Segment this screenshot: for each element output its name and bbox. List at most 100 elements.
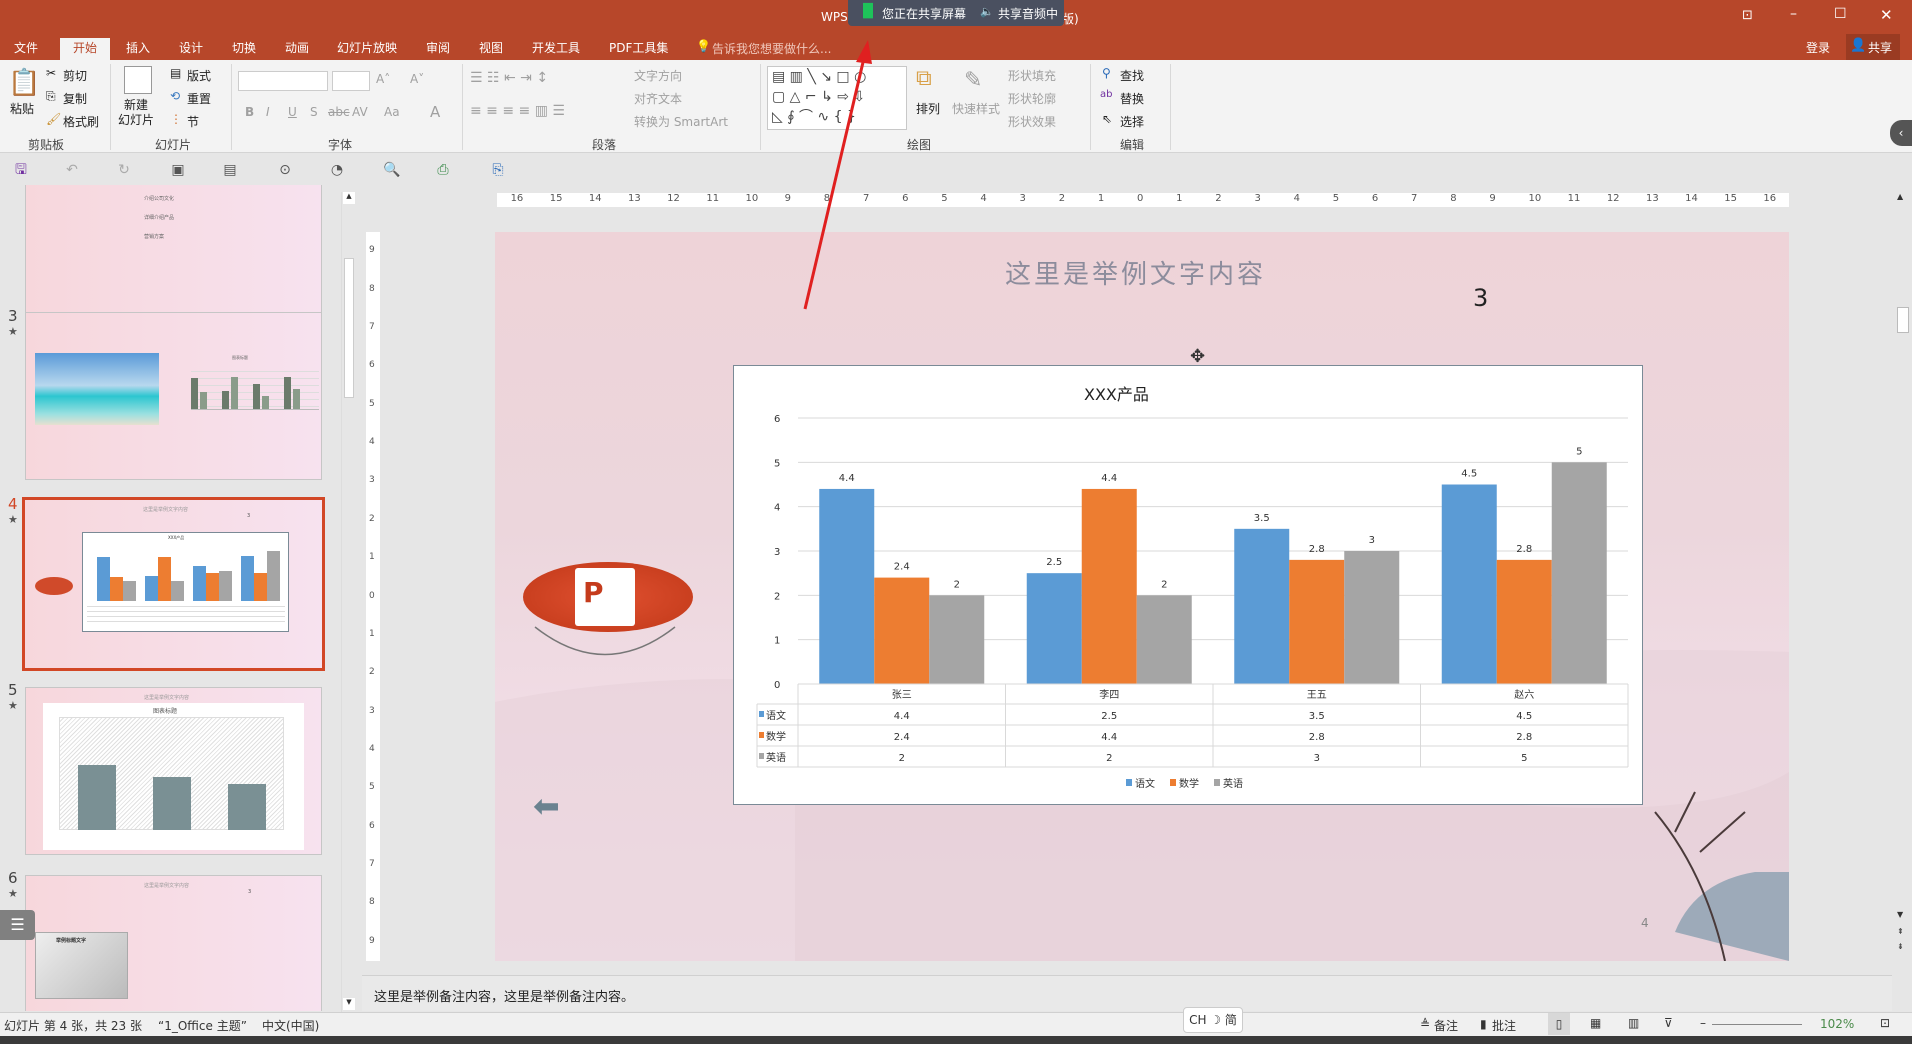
share-button[interactable]: 👤 共享	[1846, 34, 1900, 60]
format-painter-button[interactable]: 格式刷	[63, 113, 99, 130]
back-arrow-icon[interactable]: ⬅	[533, 787, 560, 825]
slideshow-from-start-icon[interactable]: ▣	[170, 162, 186, 178]
language[interactable]: 中文(中国)	[262, 1017, 319, 1034]
print-preview-icon[interactable]: 🔍	[383, 162, 400, 178]
slide-sorter-icon[interactable]: ▦	[1590, 1016, 1601, 1030]
tab-transitions[interactable]: 切换	[224, 38, 264, 60]
layout-button[interactable]: 版式	[187, 67, 211, 84]
panel-scrollbar[interactable]: ▲ ▼	[341, 192, 356, 1012]
save-icon[interactable]: 🖫	[13, 162, 29, 178]
font-name-dropdown[interactable]	[238, 71, 328, 91]
redo-icon[interactable]: ↻	[116, 162, 132, 178]
smartart-button[interactable]: 转换为 SmartArt	[634, 113, 728, 130]
close-button[interactable]: ✕	[1880, 6, 1893, 24]
select-button[interactable]: 选择	[1120, 113, 1144, 130]
scroll-up-button[interactable]: ▲	[343, 192, 355, 204]
cut-button[interactable]: 剪切	[63, 67, 87, 84]
shape-fill-button[interactable]: 形状填充	[1008, 67, 1056, 84]
chart-object[interactable]: XXX产品 0 1 2 3 4 5 6 4.4 2.4 2 2.5 4.4 2 3.5 2.8 3 4.5 2.8…	[733, 365, 1643, 805]
normal-view-icon[interactable]: ▯	[1548, 1013, 1570, 1035]
zoom-out-button[interactable]: –	[1700, 1016, 1706, 1030]
present-icon[interactable]: ⊙	[277, 162, 293, 178]
scroll-down-button[interactable]: ▼	[1897, 910, 1903, 919]
data-label: 5	[1576, 446, 1582, 457]
tab-review[interactable]: 审阅	[418, 38, 458, 60]
tab-design[interactable]: 设计	[171, 38, 211, 60]
chart-present-icon[interactable]: ◔	[329, 162, 345, 178]
copy-button[interactable]: 复制	[63, 90, 87, 107]
slide-thumbnail-2[interactable]: 介绍公司文化 详细介绍产品 营销方案	[25, 185, 322, 323]
shape-effects-button[interactable]: 形状效果	[1008, 113, 1056, 130]
scrollbar-thumb[interactable]	[344, 258, 354, 398]
textbox-icon[interactable]: ▤	[222, 162, 238, 178]
shrink-font-icon[interactable]: A˅	[410, 72, 424, 86]
align-text-button[interactable]: 对齐文本	[634, 90, 682, 107]
fit-slide-icon[interactable]: ⊡	[1880, 1016, 1890, 1030]
change-case-button[interactable]: Aa	[384, 105, 400, 119]
tab-slideshow[interactable]: 幻灯片放映	[329, 38, 405, 60]
screen-share-banner[interactable]: ▐▌ 您正在共享屏幕 🔈 共享音频中	[848, 0, 1064, 26]
shadow-button[interactable]: S	[310, 105, 318, 119]
collapse-panel-button[interactable]: ‹	[1890, 120, 1912, 146]
tell-me-input[interactable]: 告诉我您想要做什么...	[712, 40, 831, 57]
reading-view-icon[interactable]: ▥	[1628, 1016, 1639, 1030]
notes-pane[interactable]: 这里是举例备注内容，这里是举例备注内容。	[362, 975, 1892, 1011]
tab-home[interactable]: 开始	[60, 38, 110, 60]
scrollbar-thumb[interactable]	[1897, 307, 1909, 333]
paste-button[interactable]: 粘贴	[10, 100, 34, 117]
previous-slide-button[interactable]: ⇞	[1897, 927, 1904, 936]
notes-toggle[interactable]: 备注	[1434, 1017, 1458, 1034]
quick-styles-button[interactable]: 快速样式	[952, 100, 1000, 117]
reset-button[interactable]: 重置	[187, 90, 211, 107]
scroll-up-button[interactable]: ▲	[1897, 192, 1903, 201]
legend-key	[759, 753, 764, 759]
font-color-button[interactable]: A	[430, 103, 440, 121]
align-icons[interactable]: ≡ ≡ ≡ ≡ ▥ ☰	[470, 103, 565, 119]
comments-toggle[interactable]: 批注	[1492, 1017, 1516, 1034]
link-icon[interactable]: ⎘	[490, 162, 506, 178]
slide-thumbnail-5[interactable]: 这里是举例文字内容 图表标题	[25, 687, 322, 855]
slide-scrollbar[interactable]: ▲ ▼ ⇞ ⇟	[1894, 192, 1912, 975]
bold-button[interactable]: B	[245, 105, 254, 119]
slide-subtitle[interactable]: 3	[1473, 284, 1488, 312]
section-button[interactable]: 节	[187, 113, 199, 130]
tab-insert[interactable]: 插入	[118, 38, 158, 60]
slide-thumbnail-3[interactable]: 图表标题	[25, 312, 322, 480]
slide-title[interactable]: 这里是举例文字内容	[1005, 254, 1266, 291]
underline-button[interactable]: U	[288, 105, 297, 119]
zoom-level[interactable]: 102%	[1820, 1017, 1854, 1031]
ime-indicator[interactable]: CH ☽ 简	[1183, 1007, 1243, 1033]
find-button[interactable]: 查找	[1120, 67, 1144, 84]
shapes-gallery[interactable]: ▤ ▥ ╲ ↘ □ ○ ▢ △ ⌐ ↳ ⇨ ⇩ ◺ ∮ ⌒ ∿ { }	[767, 66, 907, 130]
new-slide-button[interactable]: 新建 幻灯片	[118, 98, 154, 128]
undo-icon[interactable]: ↶	[64, 162, 80, 178]
scroll-down-button[interactable]: ▼	[343, 998, 355, 1010]
char-spacing-button[interactable]: AV	[352, 105, 368, 119]
slide-thumbnail-4[interactable]: 这里是举例文字内容 3 XXX产品	[22, 497, 325, 671]
shape-outline-button[interactable]: 形状轮廓	[1008, 90, 1056, 107]
print-icon[interactable]: ⎙	[435, 162, 451, 178]
zoom-slider[interactable]	[1712, 1024, 1802, 1025]
bullets-icon[interactable]: ☰ ☷ ⇤ ⇥ ↕	[470, 70, 548, 86]
text-direction-button[interactable]: 文字方向	[634, 67, 682, 84]
slideshow-icon[interactable]: ⊽	[1664, 1016, 1673, 1030]
maximize-button[interactable]: ☐	[1834, 6, 1847, 22]
italic-button[interactable]: I	[266, 105, 270, 119]
notes-text[interactable]: 这里是举例备注内容，这里是举例备注内容。	[374, 986, 634, 1005]
tab-pdf-tools[interactable]: PDF工具集	[601, 38, 676, 60]
strikethrough-button[interactable]: abc	[328, 105, 350, 119]
tab-developer[interactable]: 开发工具	[524, 38, 588, 60]
slide-thumbnail-6[interactable]: 这里是举例文字内容 3 举例标题文字	[25, 875, 322, 1011]
ribbon-display-icon[interactable]: ⊡	[1742, 8, 1753, 23]
grow-font-icon[interactable]: A˄	[376, 72, 390, 86]
arrange-button[interactable]: 排列	[916, 100, 940, 117]
tab-file[interactable]: 文件	[6, 38, 46, 60]
tab-view[interactable]: 视图	[471, 38, 511, 60]
font-size-dropdown[interactable]	[332, 71, 370, 91]
replace-button[interactable]: 替换	[1120, 90, 1144, 107]
next-slide-button[interactable]: ⇟	[1897, 942, 1904, 951]
login-link[interactable]: 登录	[1806, 39, 1830, 56]
tab-animations[interactable]: 动画	[277, 38, 317, 60]
outline-toggle-button[interactable]: ☰	[0, 910, 35, 940]
minimize-button[interactable]: –	[1790, 6, 1797, 22]
